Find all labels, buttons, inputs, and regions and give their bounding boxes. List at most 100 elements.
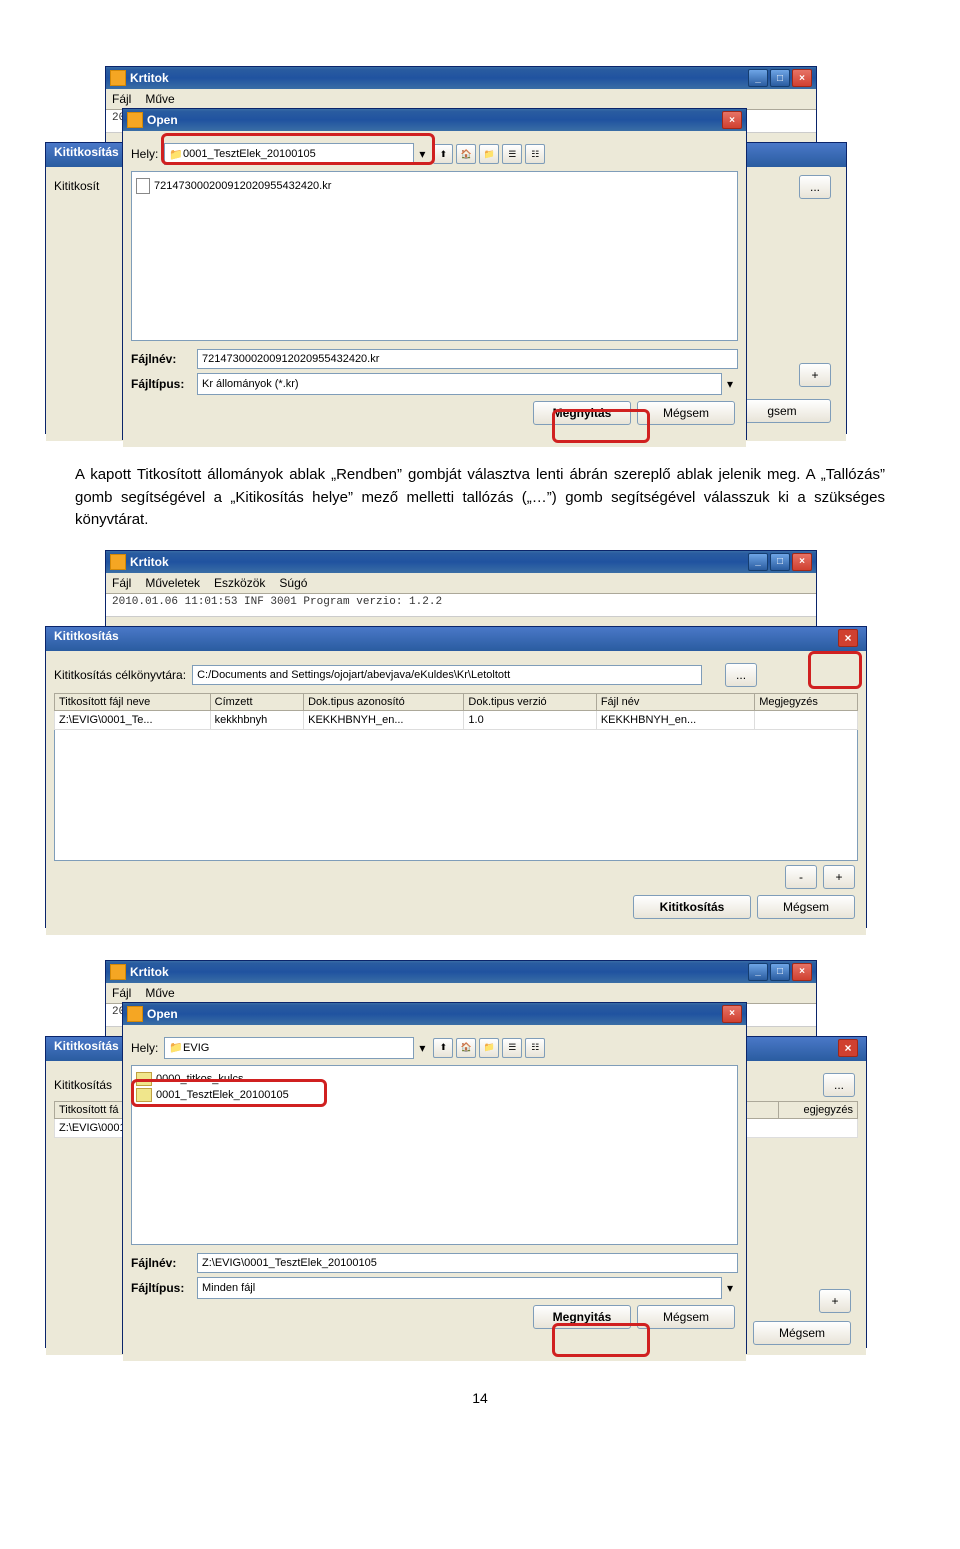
highlight-folder: [131, 1079, 327, 1107]
java-icon: [110, 70, 126, 86]
title: Krtitok: [130, 965, 169, 979]
menu-help[interactable]: Súgó: [279, 576, 307, 590]
menu-ops[interactable]: Műve: [145, 92, 174, 106]
page-number: 14: [75, 1390, 885, 1406]
home-icon[interactable]: 🏠: [456, 144, 476, 164]
th-5[interactable]: Fájl név: [596, 693, 754, 710]
maximize-button[interactable]: □: [770, 69, 790, 87]
list-icon[interactable]: ☰: [502, 1038, 522, 1058]
filename-input[interactable]: [197, 1253, 738, 1273]
location-label: Hely:: [131, 147, 158, 161]
status-line: 2010.01.06 11:01:53 INF 3001 Program ver…: [106, 594, 816, 617]
file-list[interactable]: 721473000200912020955432420.kr: [131, 171, 738, 341]
details-icon[interactable]: ☷: [525, 144, 545, 164]
browse-button[interactable]: ...: [823, 1073, 855, 1097]
open-titlebar: Open ×: [123, 1003, 746, 1025]
cancel-back[interactable]: gsem: [733, 399, 831, 423]
screenshot-2: Krtitok _ □ × Fájl Műveletek Eszközök Sú…: [45, 550, 865, 930]
highlight-location: [161, 133, 435, 165]
up-icon[interactable]: ⬆: [433, 1038, 453, 1058]
title: Krtitok: [130, 71, 169, 85]
minimize-button[interactable]: _: [748, 553, 768, 571]
cancel-button[interactable]: Mégsem: [757, 895, 855, 919]
newfolder-icon[interactable]: 📁: [479, 1038, 499, 1058]
open-titlebar: Open ×: [123, 109, 746, 131]
close-button[interactable]: ×: [838, 629, 858, 647]
java-icon: [127, 112, 143, 128]
home-icon[interactable]: 🏠: [456, 1038, 476, 1058]
th-2[interactable]: Címzett: [210, 693, 303, 710]
file-icon: [136, 178, 150, 194]
java-icon: [127, 1006, 143, 1022]
close-button[interactable]: ×: [838, 1039, 858, 1057]
menu-bar[interactable]: Fájl Műveletek Eszközök Súgó: [106, 573, 816, 594]
th-4[interactable]: Dok.tipus verzió: [464, 693, 596, 710]
filetype-label: Fájltípus:: [131, 377, 191, 391]
dir-input[interactable]: [192, 665, 702, 685]
open-dialog: Open × Hely: 📁 EVIG ▾ ⬆ 🏠 📁 ☰ ☷ 0000_tit…: [122, 1002, 747, 1354]
open-title: Open: [147, 113, 178, 127]
titlebar: Krtitok _ □ ×: [106, 551, 816, 573]
minimize-button[interactable]: _: [748, 963, 768, 981]
close-button[interactable]: ×: [722, 1005, 742, 1023]
cancel-back[interactable]: Mégsem: [753, 1321, 851, 1345]
location-select[interactable]: 📁 EVIG: [164, 1037, 414, 1059]
kitit-dialog: Kititkosítás × Kititkosítás célkönyvtára…: [45, 626, 867, 928]
file-item[interactable]: 721473000200912020955432420.kr: [136, 178, 733, 194]
location-label: Hely:: [131, 1041, 158, 1055]
list-icon[interactable]: ☰: [502, 144, 522, 164]
open-title: Open: [147, 1007, 178, 1021]
menu-file[interactable]: Fájl: [112, 92, 131, 106]
filename-input[interactable]: [197, 349, 738, 369]
menu-tools[interactable]: Eszközök: [214, 576, 265, 590]
files-table[interactable]: Titkosított fájl neve Címzett Dok.tipus …: [54, 693, 858, 730]
menu-file[interactable]: Fájl: [112, 986, 131, 1000]
screenshot-1: Krtitok _ □ × Fájl Műve 2010.01.0 Kititk…: [45, 66, 865, 446]
cancel-button[interactable]: Mégsem: [637, 1305, 735, 1329]
label: Kititkosít: [54, 179, 99, 193]
label: Kititkosítás: [54, 1078, 112, 1092]
minimize-button[interactable]: _: [748, 69, 768, 87]
th[interactable]: egjegyzés: [779, 1101, 858, 1118]
details-icon[interactable]: ☷: [525, 1038, 545, 1058]
filetype-select[interactable]: Minden fájl: [197, 1277, 722, 1299]
titlebar: Krtitok _ □ ×: [106, 961, 816, 983]
filetype-label: Fájltípus:: [131, 1281, 191, 1295]
cancel-button[interactable]: Mégsem: [637, 401, 735, 425]
screenshot-3: Krtitok _ □ × Fájl Műve 2010.01.0 Kititk…: [45, 960, 865, 1360]
close-button[interactable]: ×: [792, 69, 812, 87]
menu-bar[interactable]: Fájl Műve: [106, 89, 816, 110]
maximize-button[interactable]: □: [770, 963, 790, 981]
minus-button[interactable]: -: [785, 865, 817, 889]
plus-button[interactable]: +: [819, 1289, 851, 1313]
menu-ops[interactable]: Műve: [145, 986, 174, 1000]
table-row[interactable]: Z:\EVIG\0001_Te...kekkhbnyhKEKKHBNYH_en.…: [55, 710, 858, 729]
th-1[interactable]: Titkosított fájl neve: [55, 693, 211, 710]
newfolder-icon[interactable]: 📁: [479, 144, 499, 164]
up-icon[interactable]: ⬆: [433, 144, 453, 164]
dir-label: Kititkosítás célkönyvtára:: [54, 668, 186, 682]
open-dialog: Open × Hely: 📁 0001_TesztElek_20100105 ▾…: [122, 108, 747, 440]
highlight-open: [552, 409, 650, 443]
close-button[interactable]: ×: [792, 963, 812, 981]
close-button[interactable]: ×: [792, 553, 812, 571]
highlight-browse: [808, 651, 862, 689]
menu-ops[interactable]: Műveletek: [145, 576, 200, 590]
titlebar: Krtitok _ □ ×: [106, 67, 816, 89]
plus-button[interactable]: +: [799, 363, 831, 387]
decrypt-button[interactable]: Kititkosítás: [633, 895, 751, 919]
kitit-title: Kititkosítás ×: [46, 627, 866, 651]
menu-file[interactable]: Fájl: [112, 576, 131, 590]
close-button[interactable]: ×: [722, 111, 742, 129]
browse-button[interactable]: ...: [725, 663, 757, 687]
th-3[interactable]: Dok.tipus azonosító: [304, 693, 464, 710]
filetype-select[interactable]: Kr állományok (*.kr): [197, 373, 722, 395]
menu-bar[interactable]: Fájl Műve: [106, 983, 816, 1004]
maximize-button[interactable]: □: [770, 553, 790, 571]
java-icon: [110, 964, 126, 980]
th-6[interactable]: Megjegyzés: [755, 693, 858, 710]
plus-button[interactable]: +: [823, 865, 855, 889]
browse-button[interactable]: ...: [799, 175, 831, 199]
java-icon: [110, 554, 126, 570]
filename-label: Fájlnév:: [131, 1256, 191, 1270]
